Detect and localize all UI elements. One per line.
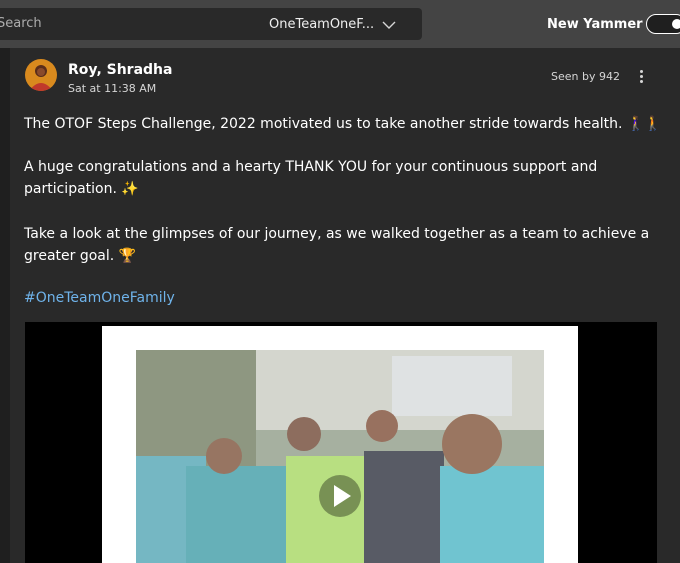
author-name[interactable]: Roy, Shradha [68,62,172,78]
avatar[interactable] [25,59,57,91]
chevron-down-icon[interactable] [381,20,397,30]
post-card: Roy, Shradha Sat at 11:38 AM Seen by 942… [10,48,680,563]
search-input[interactable]: Search OneTeamOneF... [0,8,422,40]
play-icon[interactable] [319,475,361,517]
new-yammer-label: New Yammer [547,17,643,32]
video-thumbnail [102,326,578,563]
video-player[interactable] [25,322,657,563]
avatar-image [25,59,57,91]
new-yammer-toggle[interactable] [646,14,680,34]
seen-by-count[interactable]: Seen by 942 [551,70,620,83]
post-timestamp[interactable]: Sat at 11:38 AM [68,82,156,95]
search-placeholder: Search [0,16,42,31]
post-paragraph-1: The OTOF Steps Challenge, 2022 motivated… [24,116,662,132]
video-frame [102,326,578,563]
post-paragraph-2: A huge congratulations and a hearty THAN… [24,159,598,197]
more-options-icon[interactable] [635,68,647,86]
community-selector-label[interactable]: OneTeamOneF... [269,17,374,32]
post-paragraph-3: Take a look at the glimpses of our journ… [24,226,650,264]
top-bar: Search OneTeamOneF... New Yammer [0,0,680,48]
toggle-knob [672,19,680,29]
hashtag-link[interactable]: #OneTeamOneFamily [24,290,175,306]
